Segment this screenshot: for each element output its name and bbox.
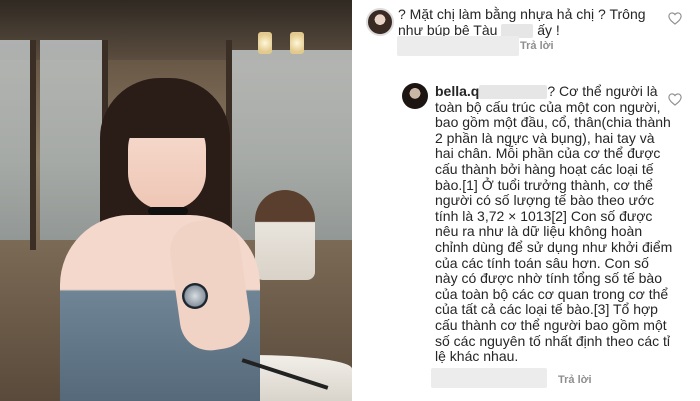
photo-window (40, 40, 102, 240)
photo-mullion (30, 40, 36, 250)
comment-body-tail: ấy ! (537, 21, 560, 38)
comments-panel: ? Mặt chị làm bằng nhựa hả chị ? Trông n… (352, 0, 700, 401)
photo-lamp (290, 32, 304, 54)
photo-bangs (122, 96, 214, 138)
photo-window (0, 40, 30, 240)
photo-watch (182, 283, 208, 309)
comment-text: ? Mặt chị làm bằng nhựa hả chị ? Trông n… (398, 6, 673, 38)
reply-button[interactable]: Trả lời (558, 374, 592, 386)
photo-choker (148, 207, 188, 215)
reply-button[interactable]: Trả lời (520, 40, 554, 52)
comment-2: bella.q? Cơ thể người là toàn bộ cấu trú… (352, 70, 700, 401)
heart-icon[interactable] (668, 12, 682, 25)
heart-icon[interactable] (668, 93, 682, 106)
comment-username[interactable]: bella.q (435, 83, 479, 99)
avatar[interactable] (402, 83, 428, 109)
photo-background-person (255, 190, 315, 280)
post-photo (0, 0, 352, 401)
redacted-meta (397, 36, 519, 56)
comment-body: ? Cơ thể người là toàn bộ cấu trúc của m… (435, 83, 673, 365)
redacted-text (479, 85, 548, 100)
photo-lamp (258, 32, 272, 54)
comment-text: bella.q? Cơ thể người là toàn bộ cấu trú… (435, 83, 675, 365)
comment-1: ? Mặt chị làm bằng nhựa hả chị ? Trông n… (352, 0, 700, 70)
redacted-meta (431, 368, 547, 388)
avatar[interactable] (366, 8, 394, 36)
